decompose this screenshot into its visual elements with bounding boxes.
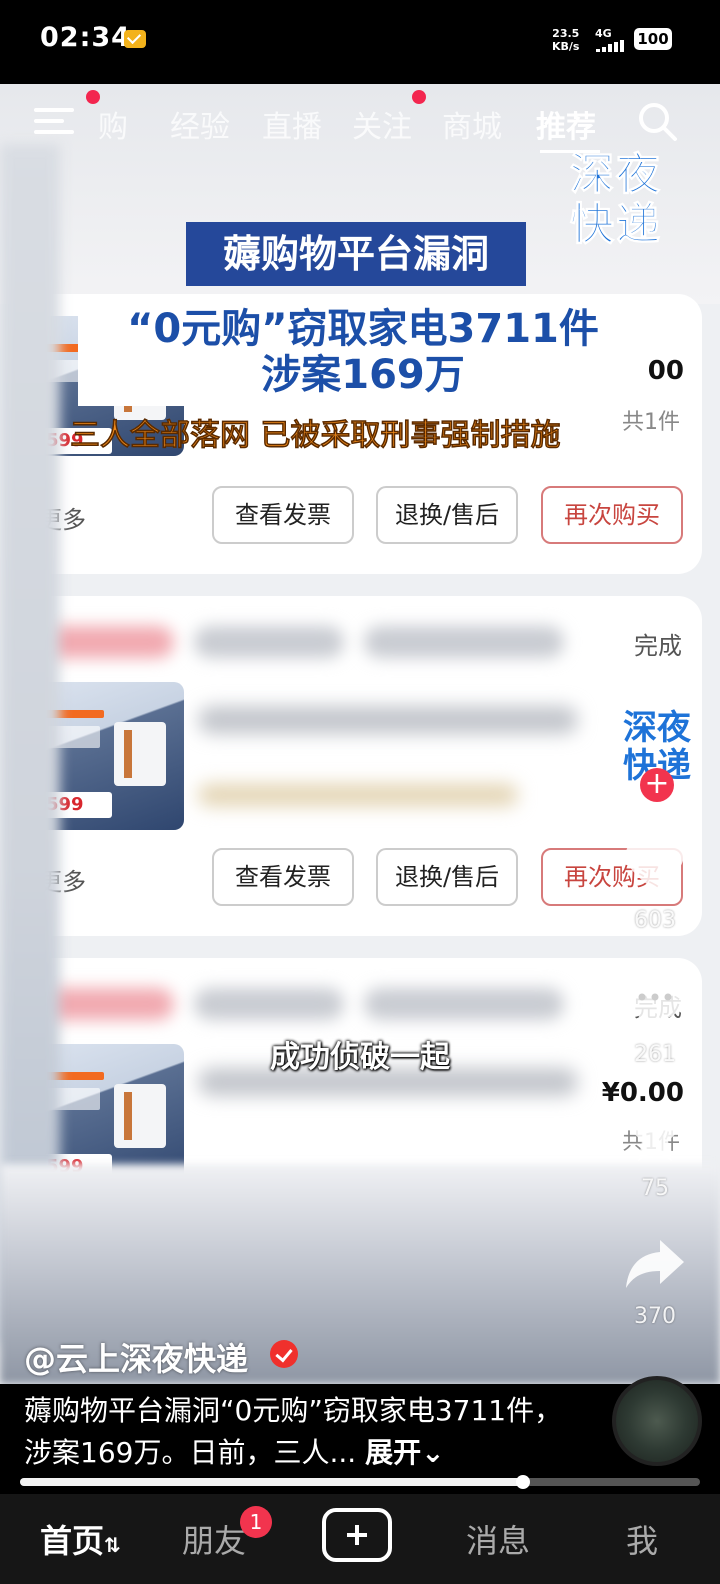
verified-icon: [270, 1340, 298, 1368]
battery-icon: 100: [634, 28, 672, 50]
logo-line-2: 快递: [570, 199, 662, 251]
description-body: 薅购物平台漏洞“0元购”窃取家电3711件，涉案169万。日前，三人...: [24, 1394, 563, 1469]
video-player[interactable]: 599 ¥0.00 共1件 更多 查看发票 退换/售后 再次购买 完成 599 …: [0, 84, 720, 1384]
order-card: 完成 599 ¥0.00 共1件: [18, 958, 702, 1198]
friends-badge: 1: [240, 1506, 272, 1538]
tab-home[interactable]: 首页⇅: [40, 1516, 121, 1562]
order-status: 完成: [634, 632, 682, 660]
mail-notification-icon: [124, 30, 146, 48]
product-spec-blur: [198, 784, 518, 806]
network-type: 4G: [595, 27, 612, 40]
tab-experience[interactable]: 经验: [170, 102, 230, 146]
signal-icon: [596, 40, 626, 52]
share-count: 370: [634, 1304, 676, 1329]
shop-name-blur: [194, 626, 344, 658]
refresh-icon: ⇅: [104, 1533, 121, 1557]
progress-knob[interactable]: [516, 1475, 531, 1489]
bottom-tab-bar: 首页⇅ 朋友 1 消息 我: [0, 1494, 720, 1584]
tab-mall[interactable]: 商城: [442, 102, 502, 146]
comment-icon[interactable]: [622, 970, 688, 1030]
status-time: 02:34: [40, 22, 131, 53]
tab-home-label: 首页: [40, 1522, 105, 1560]
tab-shopping[interactable]: 购: [98, 102, 128, 146]
order-count: 共1件: [622, 410, 680, 435]
create-post-button[interactable]: [322, 1508, 392, 1562]
music-disc-icon[interactable]: [612, 1376, 702, 1466]
status-bar: 02:34 23.5 KB/s 4G 100: [0, 0, 720, 84]
headline-subtitle: 三人全部落网 已被采取刑事强制措施: [70, 418, 561, 454]
buy-again-button[interactable]: 再次购买: [541, 486, 683, 544]
comment-count: 261: [634, 1042, 676, 1067]
notification-dot: [412, 90, 426, 104]
tab-live[interactable]: 直播: [262, 102, 322, 146]
return-service-button[interactable]: 退换/售后: [376, 848, 518, 906]
shop-name-blur: [364, 988, 564, 1020]
network-speed: 23.5 KB/s: [552, 27, 579, 53]
tab-messages[interactable]: 消息: [466, 1516, 530, 1562]
tab-friends[interactable]: 朋友: [182, 1516, 246, 1562]
network-speed-unit: KB/s: [552, 40, 580, 53]
heart-icon[interactable]: [622, 836, 688, 896]
tab-me[interactable]: 我: [626, 1516, 658, 1562]
shop-name-blur: [364, 626, 564, 658]
share-icon[interactable]: [622, 1234, 688, 1294]
headline-line-2: 涉案169万: [261, 352, 465, 398]
tab-following[interactable]: 关注: [352, 102, 412, 146]
chevron-down-icon[interactable]: ⌄: [421, 1436, 444, 1469]
channel-logo: 深夜 快递: [566, 134, 686, 251]
favorite-count: 75: [641, 1176, 669, 1201]
progress-fill: [20, 1478, 524, 1486]
video-description[interactable]: 薅购物平台漏洞“0元购”窃取家电3711件，涉案169万。日前，三人... 展开…: [0, 1384, 720, 1484]
order-card: 完成 599 更多 查看发票 退换/售后 再次购买: [18, 596, 702, 936]
return-service-button[interactable]: 退换/售后: [376, 486, 518, 544]
description-text: 薅购物平台漏洞“0元购”窃取家电3711件，涉案169万。日前，三人... 展开…: [24, 1390, 584, 1474]
network-speed-value: 23.5: [552, 27, 580, 40]
like-count: 603: [634, 908, 676, 933]
headline-box: “0元购”窃取家电3711件 涉案169万: [78, 296, 648, 406]
product-title-blur: [198, 706, 578, 734]
expand-link[interactable]: 展开: [365, 1436, 421, 1469]
view-invoice-button[interactable]: 查看发票: [212, 486, 354, 544]
video-progress-bar[interactable]: [20, 1475, 700, 1489]
avatar-line-1: 深夜: [623, 708, 691, 748]
author-name[interactable]: @云上深夜快递: [24, 1334, 248, 1380]
menu-icon[interactable]: [34, 106, 74, 136]
follow-button[interactable]: +: [640, 768, 674, 802]
shop-name-blur: [194, 988, 344, 1020]
view-invoice-button[interactable]: 查看发票: [212, 848, 354, 906]
headline-line-1: “0元购”窃取家电3711件: [127, 306, 599, 352]
headline-tag: 薅购物平台漏洞: [186, 222, 526, 286]
star-icon[interactable]: [622, 1104, 688, 1164]
